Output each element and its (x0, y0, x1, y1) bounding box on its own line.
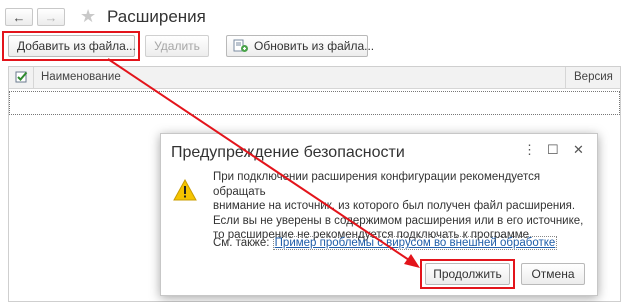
column-header-version[interactable]: Версия (574, 71, 613, 83)
update-from-file-button[interactable]: Обновить из файла... (226, 35, 374, 57)
message-line: При подключении расширения конфигурации … (213, 171, 541, 198)
continue-label: Продолжить (433, 267, 502, 281)
dialog-close-icon[interactable]: ✕ (573, 142, 584, 158)
cancel-button[interactable]: Отмена (521, 263, 585, 285)
add-from-file-button[interactable]: Добавить из файла... (8, 35, 136, 57)
column-header-name[interactable]: Наименование (41, 71, 121, 83)
table-header: Наименование Версия (9, 67, 620, 89)
add-from-file-label: Добавить из файла... (17, 39, 136, 53)
dialog-maximize-icon[interactable]: ☐ (547, 142, 559, 158)
back-button[interactable]: ← (5, 8, 33, 26)
dialog-title: Предупреждение безопасности (171, 144, 405, 161)
see-also-label: См. также: (213, 237, 270, 249)
table-row[interactable] (9, 91, 620, 115)
security-warning-dialog: Предупреждение безопасности ⋮ ☐ ✕ При по… (160, 133, 598, 296)
forward-button[interactable]: → (37, 8, 65, 26)
see-also: См. также: Пример проблемы с вирусом во … (213, 236, 558, 250)
delete-label: Удалить (154, 39, 200, 53)
warning-message: При подключении расширения конфигурации … (213, 170, 593, 243)
warning-icon (173, 178, 197, 204)
message-line: внимание на источник, из которого был по… (213, 200, 576, 212)
favorite-star-icon[interactable]: ★ (80, 7, 96, 25)
update-from-file-label: Обновить из файла... (254, 39, 375, 53)
check-all-icon[interactable] (15, 70, 29, 87)
virus-example-link[interactable]: Пример проблемы с вирусом во внешней обр… (272, 236, 558, 250)
back-arrow-icon: ← (12, 9, 26, 25)
message-line: Если вы не уверены в содержимом расширен… (213, 214, 584, 227)
column-divider (565, 67, 566, 88)
update-file-icon (233, 39, 249, 53)
forward-arrow-icon: → (44, 9, 58, 25)
column-divider (33, 67, 34, 88)
continue-button[interactable]: Продолжить (425, 263, 510, 285)
delete-button[interactable]: Удалить (145, 35, 209, 57)
dialog-menu-icon[interactable]: ⋮ (523, 142, 536, 158)
cancel-label: Отмена (531, 267, 575, 281)
window-title: Расширения (107, 7, 206, 26)
